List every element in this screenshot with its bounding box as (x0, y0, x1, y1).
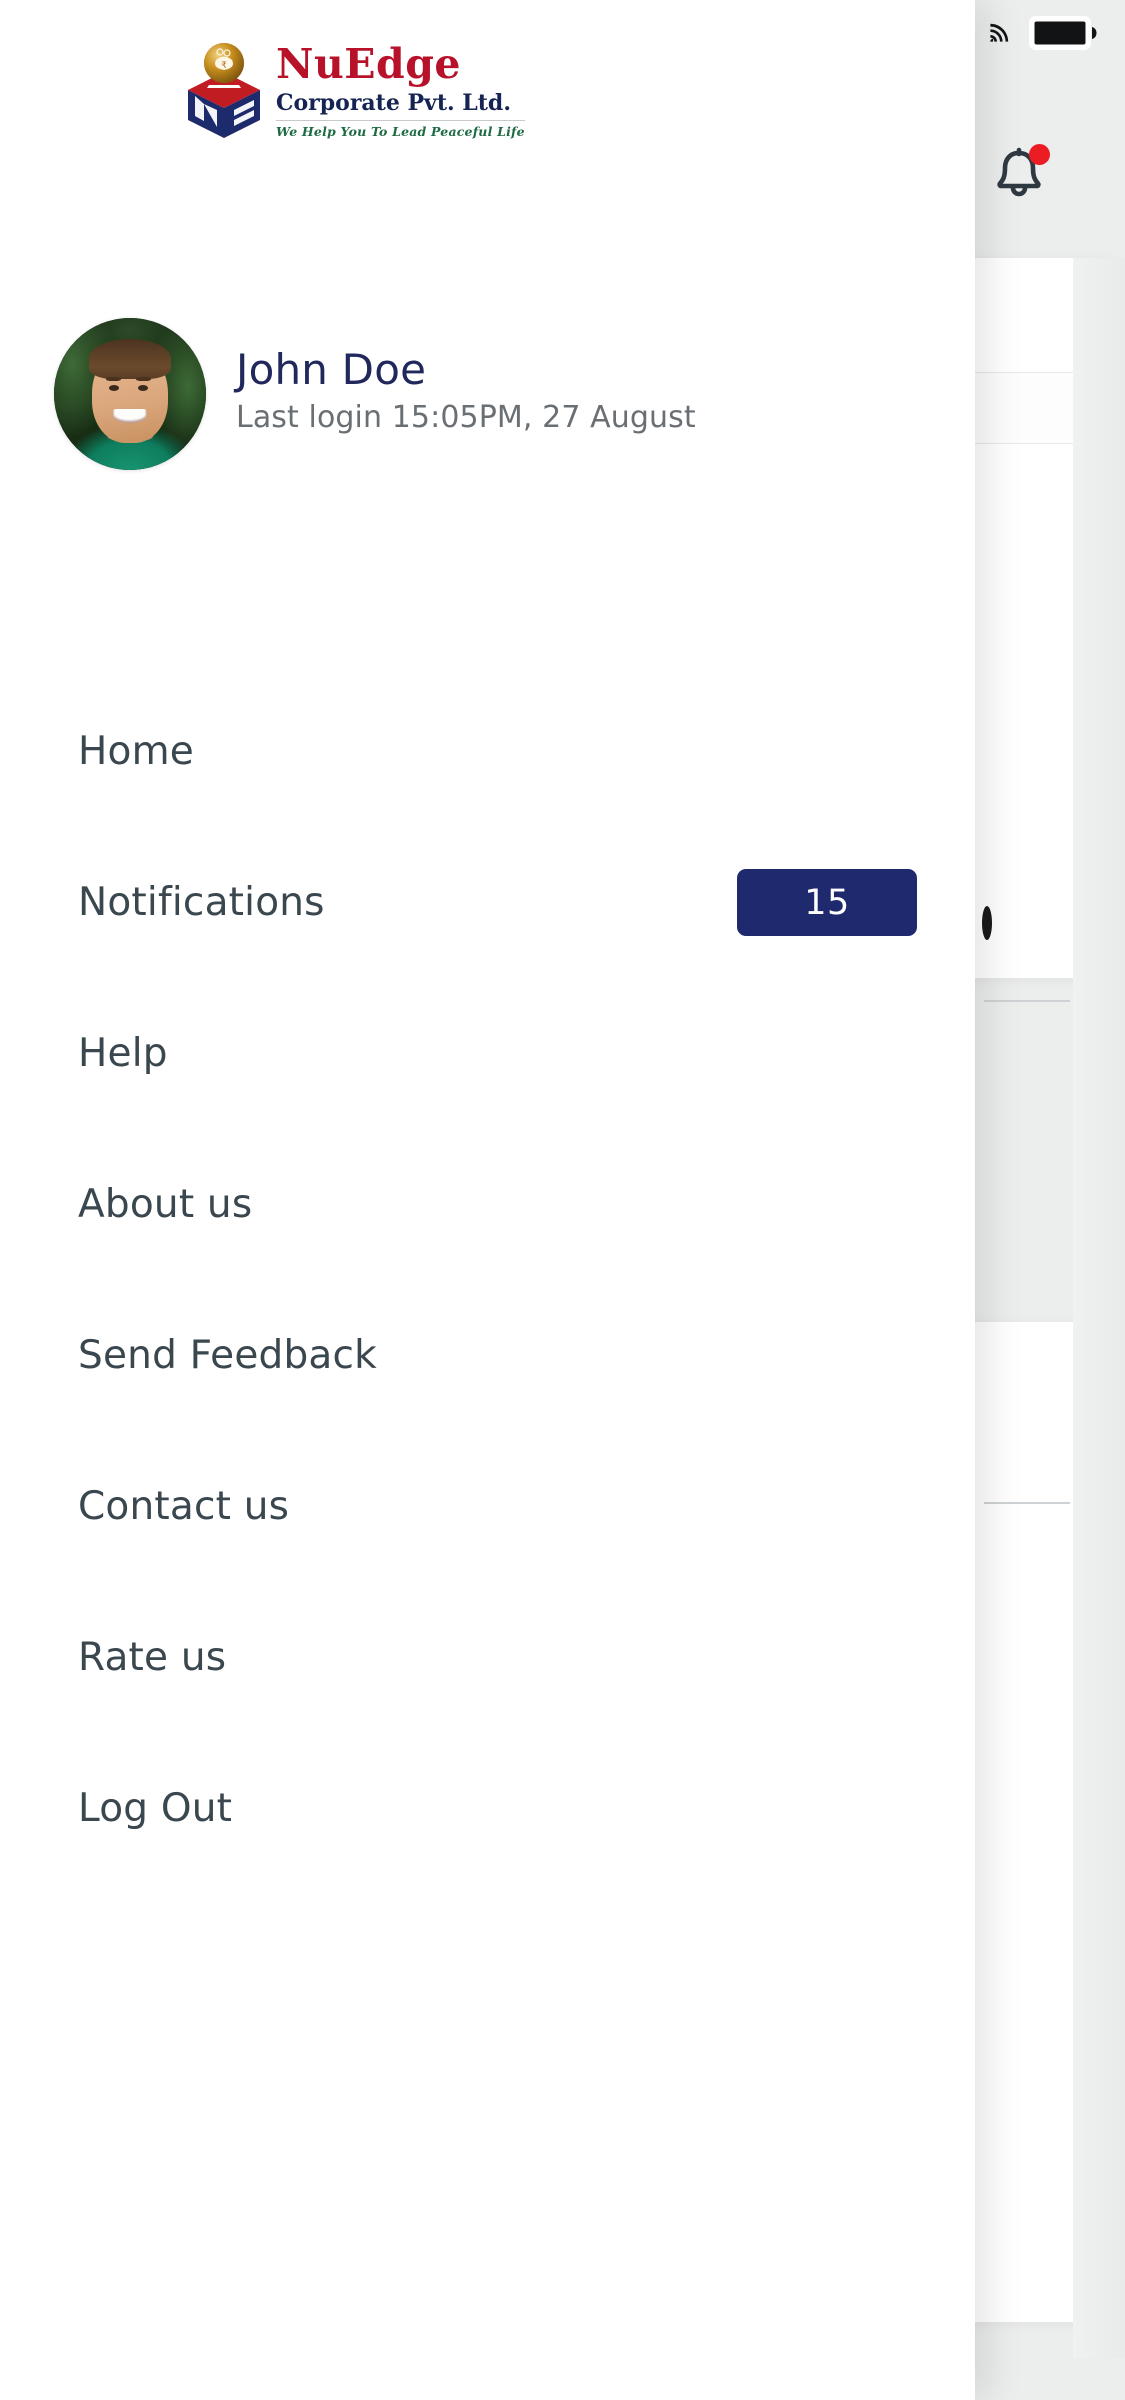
avatar[interactable] (54, 318, 206, 470)
brand-name: NuEdge (276, 40, 461, 88)
menu-item-label: Contact us (78, 1484, 290, 1529)
brand-tagline: We Help You To Lead Peaceful Life (276, 124, 525, 140)
profile-section[interactable]: John Doe Last login 15:05PM, 27 August (54, 318, 696, 470)
background-partial-glyph (982, 906, 992, 940)
battery-full-icon (1029, 16, 1097, 50)
menu-item-log-out[interactable]: Log Out (0, 1733, 975, 1884)
bell-unread-dot (1029, 144, 1050, 165)
background-divider (984, 1000, 1070, 1002)
menu-item-home[interactable]: Home (0, 676, 975, 827)
menu-item-rate-us[interactable]: Rate us (0, 1582, 975, 1733)
menu-item-label: Rate us (78, 1635, 227, 1680)
menu-item-label: Notifications (78, 880, 325, 925)
menu-item-about-us[interactable]: About us (0, 1129, 975, 1280)
background-right-strip (1073, 258, 1125, 2358)
menu-item-send-feedback[interactable]: Send Feedback (0, 1280, 975, 1431)
drawer-menu: Home Notifications 15 Help About us Send Feed… (0, 676, 975, 1884)
profile-last-login: Last login 15:05PM, 27 August (236, 400, 696, 436)
menu-item-label: Help (78, 1031, 168, 1076)
brand-logo: ₹ NuEdge Corporate Pvt. Ltd. We Help You… (182, 38, 525, 139)
brand-rule (276, 120, 525, 122)
brand-subtitle: Corporate Pvt. Ltd. (276, 90, 511, 116)
wifi-icon (990, 23, 1009, 42)
status-bar-icons (987, 16, 1101, 50)
menu-item-label: Log Out (78, 1786, 233, 1831)
background-divider (984, 1502, 1070, 1504)
menu-item-label: Send Feedback (78, 1333, 377, 1378)
menu-item-help[interactable]: Help (0, 978, 975, 1129)
notifications-bell-button[interactable] (986, 140, 1052, 206)
menu-item-contact-us[interactable]: Contact us (0, 1431, 975, 1582)
brand-wordmark: NuEdge Corporate Pvt. Ltd. We Help You T… (276, 38, 525, 139)
profile-info: John Doe Last login 15:05PM, 27 August (236, 346, 696, 442)
menu-item-label: About us (78, 1182, 253, 1227)
svg-text:₹: ₹ (221, 61, 227, 71)
status-bar (0, 0, 1125, 62)
menu-item-notifications[interactable]: Notifications 15 (0, 827, 975, 978)
menu-item-label: Home (78, 729, 194, 774)
menu-item-badge: 15 (737, 869, 917, 936)
nuedge-cube-logo-icon: ₹ (182, 38, 266, 138)
profile-name: John Doe (236, 345, 427, 395)
